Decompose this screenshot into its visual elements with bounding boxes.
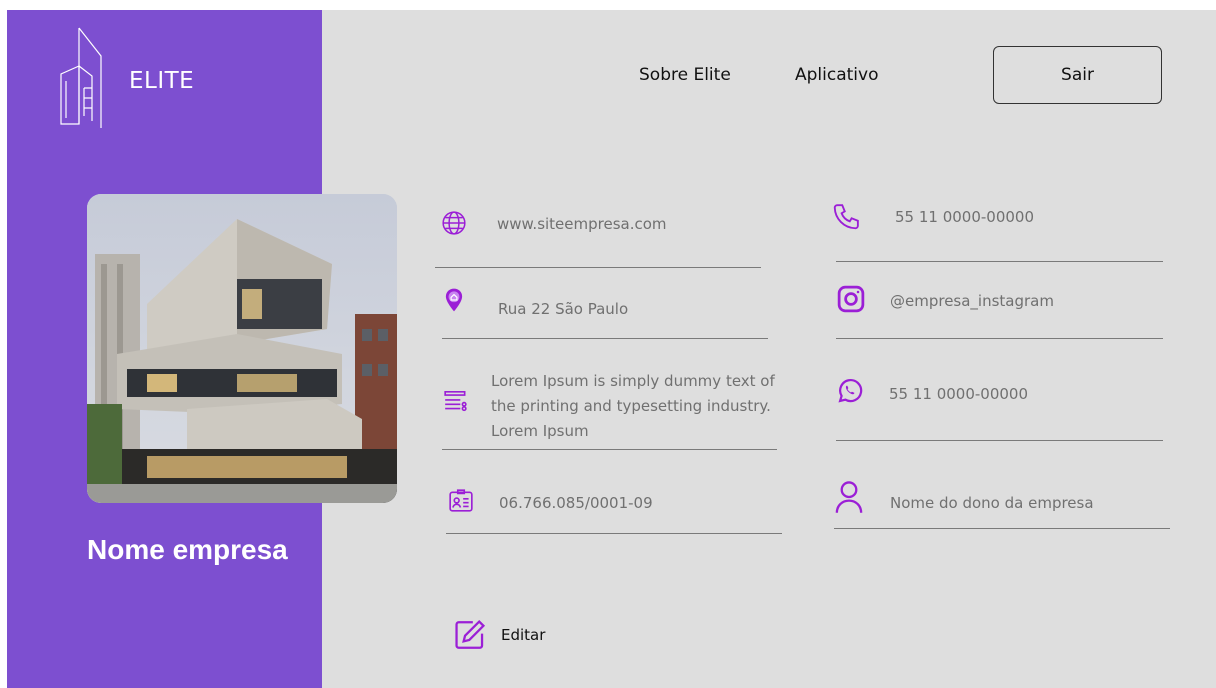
nav-about-link[interactable]: Sobre Elite (639, 65, 731, 85)
building-logo-icon (58, 26, 108, 128)
address-underline (442, 338, 768, 339)
owner-value: Nome do dono da empresa (890, 494, 1094, 512)
phone-underline (836, 261, 1163, 262)
edit-button[interactable]: Editar (453, 618, 545, 652)
instagram-icon (836, 284, 866, 314)
user-icon (834, 480, 864, 514)
company-photo (87, 194, 397, 503)
id-card-icon (448, 488, 474, 514)
whatsapp-icon (836, 377, 864, 405)
instagram-value: @empresa_instagram (890, 292, 1054, 310)
globe-icon (441, 210, 467, 236)
logout-button[interactable]: Sair (993, 46, 1162, 104)
phone-value: 55 11 0000-00000 (895, 208, 1035, 226)
whatsapp-value: 55 11 0000-00000 (889, 385, 1029, 403)
website-value: www.siteempresa.com (497, 215, 667, 233)
company-name: Nome empresa (87, 534, 288, 565)
brand-name: ELITE (129, 68, 195, 94)
description-underline (442, 449, 777, 450)
description-list-icon (443, 388, 469, 414)
owner-underline (834, 528, 1170, 529)
edit-label: Editar (501, 626, 546, 644)
phone-icon (831, 202, 861, 232)
website-underline (435, 267, 761, 268)
instagram-underline (836, 338, 1163, 339)
cnpj-underline (446, 533, 782, 534)
app-window: ELITE Nome empresa Sobre Elite Aplicativ… (7, 10, 1216, 688)
sidebar: ELITE Nome empresa (7, 10, 397, 688)
whatsapp-underline (836, 440, 1163, 441)
cnpj-value: 06.766.085/0001-09 (499, 494, 653, 512)
location-pin-icon (441, 287, 467, 313)
description-value: Lorem Ipsum is simply dummy text of the … (491, 372, 775, 440)
address-value: Rua 22 São Paulo (498, 300, 629, 318)
edit-icon (453, 618, 487, 652)
nav-app-link[interactable]: Aplicativo (795, 65, 878, 85)
